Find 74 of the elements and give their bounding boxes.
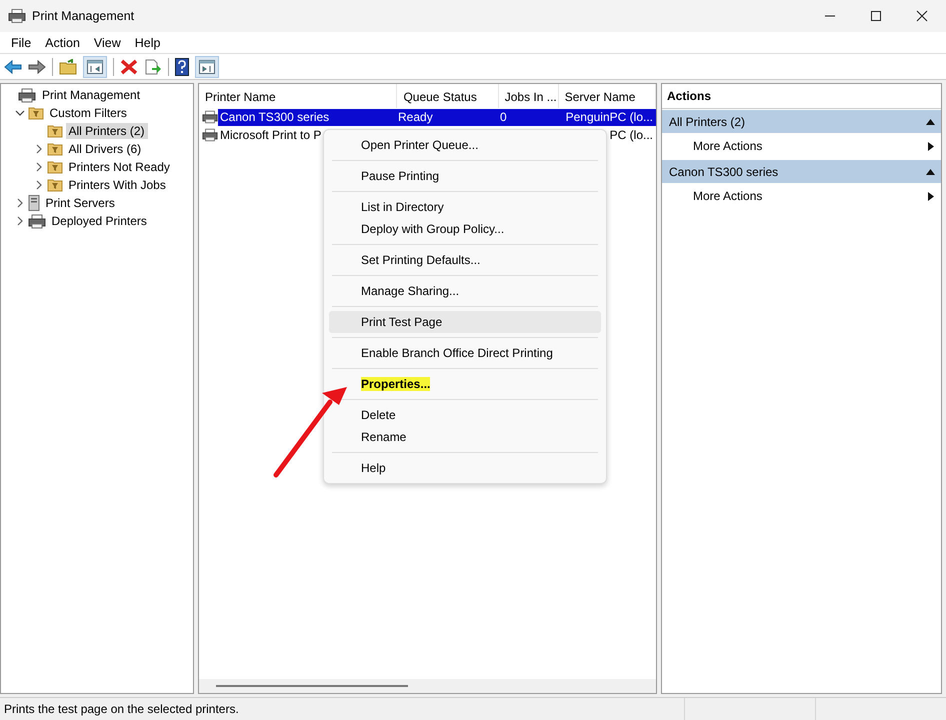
menu-item[interactable]: Help (128, 36, 168, 50)
column-header[interactable]: Jobs In ... (498, 84, 559, 108)
back-arrow-icon[interactable] (4, 58, 22, 74)
collapse-caret-icon[interactable] (14, 108, 24, 118)
expand-caret-icon[interactable] (14, 216, 24, 226)
server-icon (28, 195, 40, 211)
folder-up-icon[interactable] (59, 58, 77, 74)
expand-caret-icon[interactable] (34, 144, 44, 154)
collapse-triangle-icon[interactable] (926, 168, 935, 174)
filter-folder-icon (46, 178, 62, 192)
section-header[interactable]: Canon TS300 series (662, 160, 941, 183)
menu-item[interactable]: Manage Sharing... (329, 280, 601, 302)
action-link[interactable]: More Actions (693, 139, 762, 153)
menu-item[interactable]: File (4, 36, 38, 50)
forward-arrow-icon[interactable] (28, 58, 46, 74)
expand-caret-icon[interactable] (34, 162, 44, 172)
printer-icon (28, 214, 46, 228)
tree-item[interactable]: Print Management (39, 87, 144, 103)
tree-item[interactable]: Custom Filters (46, 105, 130, 121)
filter-folder-icon (46, 160, 62, 174)
menu-item[interactable]: Action (38, 36, 87, 50)
menu-item[interactable]: Deploy with Group Policy... (329, 218, 601, 240)
delete-icon[interactable] (120, 58, 138, 74)
tree-item[interactable]: Deployed Printers (48, 213, 150, 229)
section-header[interactable]: All Printers (2) (662, 110, 941, 133)
action-link[interactable]: More Actions (693, 189, 762, 203)
filter-folder-icon (46, 124, 62, 138)
scrollbar-thumb[interactable] (216, 685, 408, 687)
show-hide-action-pane-button[interactable] (195, 56, 219, 78)
column-header[interactable]: Printer Name (199, 84, 398, 108)
help-icon[interactable] (175, 58, 189, 76)
expand-caret-icon[interactable] (34, 180, 44, 190)
printer-icon (202, 128, 218, 142)
window-title: Print Management (32, 9, 134, 23)
column-header[interactable]: Queue Status (397, 84, 499, 108)
menu-item[interactable]: Help (329, 457, 601, 479)
menu-item[interactable]: Open Printer Queue... (329, 134, 601, 156)
close-icon[interactable] (916, 10, 928, 22)
maximize-icon[interactable] (870, 10, 882, 22)
collapse-triangle-icon[interactable] (926, 118, 935, 124)
menu-item[interactable]: Delete (329, 404, 601, 426)
printer-icon (8, 8, 26, 24)
tree-item[interactable]: All Drivers (6) (66, 141, 144, 157)
menu-item[interactable]: Properties... (329, 373, 601, 395)
menu-item[interactable]: Pause Printing (329, 165, 601, 187)
export-icon[interactable] (144, 58, 162, 74)
menu-item[interactable]: List in Directory (329, 196, 601, 218)
table-cell: Ready (398, 110, 433, 124)
submenu-arrow-icon[interactable] (928, 142, 934, 150)
table-cell: Canon TS300 series (220, 110, 330, 124)
menu-item[interactable]: Set Printing Defaults... (329, 249, 601, 271)
tree-item[interactable]: Print Servers (42, 195, 118, 211)
table-cell: PenguinPC (lo... (566, 110, 653, 124)
show-hide-tree-button[interactable] (83, 56, 107, 78)
menu-item[interactable]: Enable Branch Office Direct Printing (329, 342, 601, 364)
menu-item[interactable]: View (86, 36, 128, 50)
status-text: Prints the test page on the selected printers. (3, 702, 240, 716)
table-row[interactable]: Canon TS300 series Ready 0 PenguinPC (lo... (218, 108, 656, 126)
tree-item[interactable]: Printers With Jobs (66, 177, 169, 193)
expand-caret-icon[interactable] (14, 198, 24, 208)
tree-item[interactable]: All Printers (2) (66, 123, 148, 139)
printer-icon (18, 88, 36, 102)
table-cell: PC (lo... (610, 128, 653, 142)
menu-item[interactable]: Print Test Page (329, 311, 601, 333)
tree-item[interactable]: Printers Not Ready (66, 159, 173, 175)
actions-header: Actions (662, 84, 941, 109)
table-cell: Microsoft Print to P (220, 128, 322, 142)
column-header[interactable]: Server Name (558, 84, 656, 108)
menu-item[interactable]: Rename (329, 426, 601, 448)
filter-folder-icon (46, 142, 62, 156)
table-cell: 0 (500, 110, 507, 124)
printer-icon (202, 110, 218, 124)
submenu-arrow-icon[interactable] (928, 192, 934, 200)
filter-folder-icon (28, 106, 44, 120)
